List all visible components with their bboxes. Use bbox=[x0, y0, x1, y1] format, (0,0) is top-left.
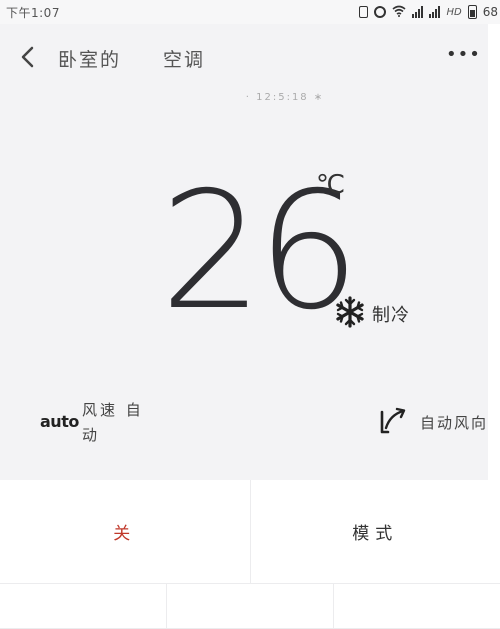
more-options-button[interactable]: ••• bbox=[446, 46, 480, 66]
battery-level: 68 bbox=[482, 5, 498, 19]
swing-label: 自动风向 bbox=[420, 414, 488, 432]
status-icons: HD 68 bbox=[359, 3, 498, 21]
alarm-icon bbox=[374, 6, 387, 18]
signal-icon-2 bbox=[429, 6, 441, 18]
button-row-secondary bbox=[0, 584, 500, 629]
temperature-value[interactable]: 26 bbox=[160, 171, 360, 333]
control-button-left[interactable] bbox=[0, 584, 167, 629]
signal-icon-1 bbox=[412, 6, 424, 18]
battery-icon bbox=[467, 5, 477, 19]
panel-edge bbox=[488, 24, 500, 480]
status-time: 下午1:07 bbox=[6, 6, 60, 20]
mode-label: 制冷 bbox=[372, 305, 410, 326]
temperature-unit: ℃ bbox=[316, 170, 346, 200]
wifi-icon bbox=[392, 5, 406, 20]
device-name: 空调 bbox=[163, 49, 206, 71]
snowflake-icon bbox=[336, 296, 364, 328]
swing-icon bbox=[380, 407, 406, 434]
network-type-label: HD bbox=[446, 6, 462, 18]
room-name: 卧室的 bbox=[58, 49, 122, 71]
mode-button[interactable]: 模式 bbox=[250, 480, 500, 584]
button-row-primary: 关 模式 bbox=[0, 480, 500, 584]
fan-speed-auto-icon: auto bbox=[40, 412, 79, 431]
screen: 下午1:07 HD 68 卧室的 空调 ••• · 12:5:18 ∗ 26 ℃… bbox=[0, 0, 500, 629]
power-button[interactable]: 关 bbox=[0, 480, 251, 584]
fan-speed-label: 风速 自动 bbox=[82, 401, 144, 444]
notification-icon bbox=[359, 6, 369, 18]
control-button-middle[interactable] bbox=[167, 584, 334, 629]
swing-control[interactable]: 自动风向 bbox=[378, 406, 488, 438]
control-button-right[interactable] bbox=[334, 584, 500, 629]
update-time: · 12:5:18 ∗ bbox=[245, 92, 325, 103]
status-bar: 下午1:07 HD 68 bbox=[0, 0, 500, 24]
chevron-left-icon bbox=[21, 46, 34, 68]
back-button[interactable] bbox=[16, 42, 40, 72]
device-title: 卧室的 空调 bbox=[58, 45, 238, 72]
